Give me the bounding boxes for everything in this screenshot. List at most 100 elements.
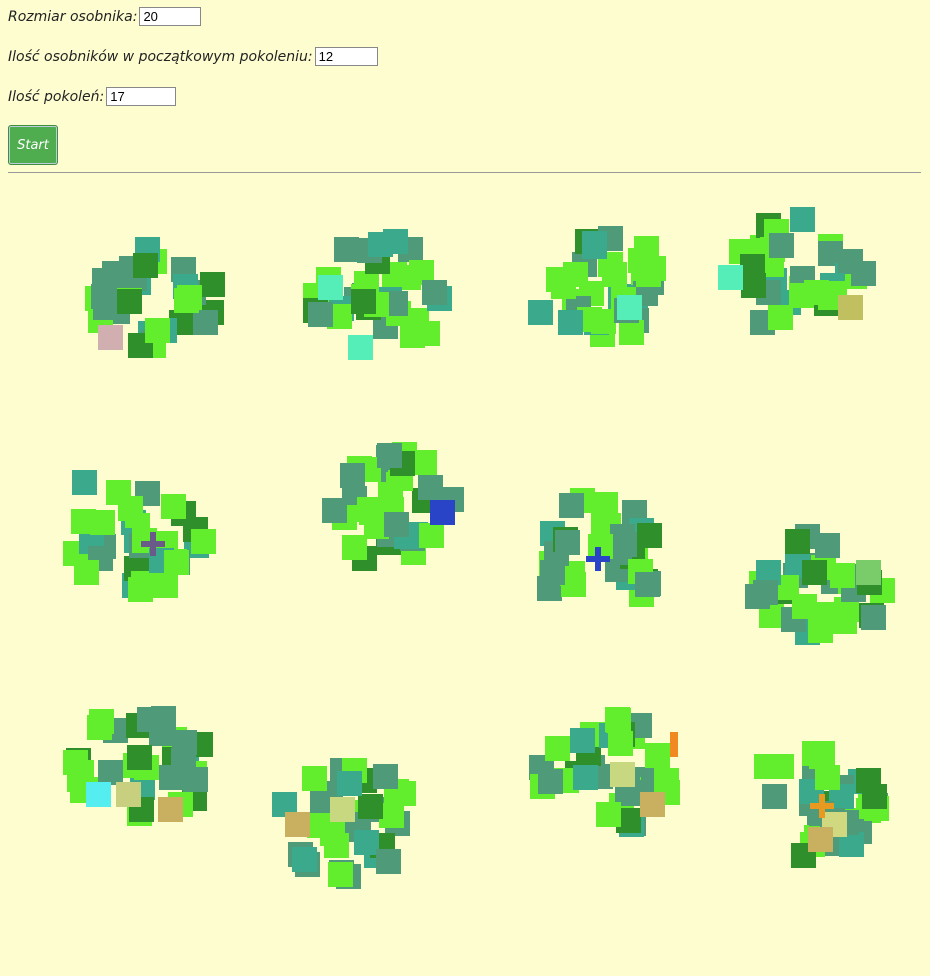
organism bbox=[63, 706, 213, 826]
individuals-canvas bbox=[63, 207, 895, 889]
accent-cell bbox=[86, 782, 111, 807]
accent-cell bbox=[158, 797, 183, 822]
divider bbox=[8, 172, 921, 173]
cell bbox=[596, 802, 621, 827]
cell bbox=[645, 743, 670, 768]
cell bbox=[545, 736, 570, 761]
cell bbox=[415, 321, 440, 346]
cell bbox=[377, 443, 402, 468]
cell bbox=[334, 237, 359, 262]
generations-input[interactable] bbox=[106, 87, 177, 106]
cell bbox=[838, 249, 863, 274]
cell bbox=[145, 318, 170, 343]
cell bbox=[93, 295, 118, 320]
cell bbox=[573, 765, 598, 790]
cell bbox=[127, 745, 152, 770]
cell bbox=[161, 494, 186, 519]
cell bbox=[790, 207, 815, 232]
cell bbox=[555, 530, 580, 555]
cell bbox=[74, 560, 99, 585]
size-label: Rozmiar osobnika: bbox=[8, 8, 138, 25]
cell bbox=[351, 289, 376, 314]
cell bbox=[337, 771, 362, 796]
cell bbox=[619, 320, 644, 345]
cell bbox=[753, 580, 778, 605]
cell bbox=[164, 550, 189, 575]
cell bbox=[422, 280, 447, 305]
generations-row: Ilość pokoleń: bbox=[8, 87, 177, 106]
cell bbox=[602, 262, 627, 287]
organism bbox=[528, 226, 666, 347]
cell bbox=[606, 708, 631, 733]
accent-cell bbox=[72, 470, 97, 495]
cell bbox=[637, 523, 662, 548]
cell bbox=[654, 768, 679, 793]
accent-cell bbox=[808, 827, 833, 852]
cell bbox=[177, 285, 202, 310]
accent-cell bbox=[318, 275, 343, 300]
cell bbox=[593, 492, 618, 517]
orange-mark bbox=[670, 732, 678, 757]
organism bbox=[63, 470, 216, 602]
organism bbox=[303, 229, 452, 360]
accent-cell bbox=[856, 560, 881, 585]
count-input[interactable] bbox=[314, 47, 378, 66]
cell bbox=[559, 493, 584, 518]
accent-cell bbox=[348, 335, 373, 360]
cell bbox=[815, 533, 840, 558]
cell bbox=[830, 563, 855, 588]
organism bbox=[322, 442, 464, 571]
cell bbox=[808, 618, 833, 643]
cell bbox=[418, 475, 443, 500]
size-row: Rozmiar osobnika: bbox=[8, 7, 202, 26]
cell bbox=[769, 754, 794, 779]
cell bbox=[137, 707, 162, 732]
cell bbox=[133, 253, 158, 278]
cell bbox=[412, 450, 437, 475]
cell bbox=[802, 560, 827, 585]
cell bbox=[769, 233, 794, 258]
cell bbox=[328, 862, 353, 887]
cell bbox=[419, 523, 444, 548]
cell bbox=[810, 741, 835, 766]
start-button[interactable]: Start bbox=[8, 125, 58, 165]
cell bbox=[308, 302, 333, 327]
accent-cell bbox=[98, 325, 123, 350]
cell bbox=[558, 310, 583, 335]
accent-cell bbox=[718, 265, 743, 290]
cell bbox=[340, 463, 365, 488]
generations-label: Ilość pokoleń: bbox=[8, 88, 105, 105]
cell bbox=[528, 300, 553, 325]
accent-cell bbox=[540, 560, 565, 585]
cell bbox=[193, 310, 218, 335]
size-input[interactable] bbox=[139, 7, 202, 26]
cell bbox=[815, 765, 840, 790]
accent-cell bbox=[610, 762, 635, 787]
cell bbox=[98, 760, 123, 785]
cell bbox=[153, 573, 178, 598]
accent-cell bbox=[116, 782, 141, 807]
count-label: Ilość osobników w początkowym pokoleniu: bbox=[8, 48, 313, 65]
cell bbox=[292, 847, 317, 872]
cell bbox=[608, 731, 633, 756]
cell bbox=[762, 784, 787, 809]
cell bbox=[358, 794, 383, 819]
cell bbox=[322, 498, 347, 523]
cell bbox=[384, 512, 409, 537]
cell bbox=[117, 289, 142, 314]
cell bbox=[741, 273, 766, 298]
cell bbox=[768, 305, 793, 330]
cell bbox=[359, 500, 384, 525]
cell bbox=[368, 232, 393, 257]
organism bbox=[718, 207, 876, 335]
cell bbox=[71, 509, 96, 534]
organism bbox=[529, 707, 680, 837]
cell bbox=[570, 728, 595, 753]
cell bbox=[131, 571, 156, 596]
cell bbox=[324, 833, 349, 858]
accent-cell bbox=[617, 295, 642, 320]
cell bbox=[862, 784, 887, 809]
cell bbox=[792, 594, 817, 619]
accent-cell bbox=[285, 812, 310, 837]
cell bbox=[106, 480, 131, 505]
